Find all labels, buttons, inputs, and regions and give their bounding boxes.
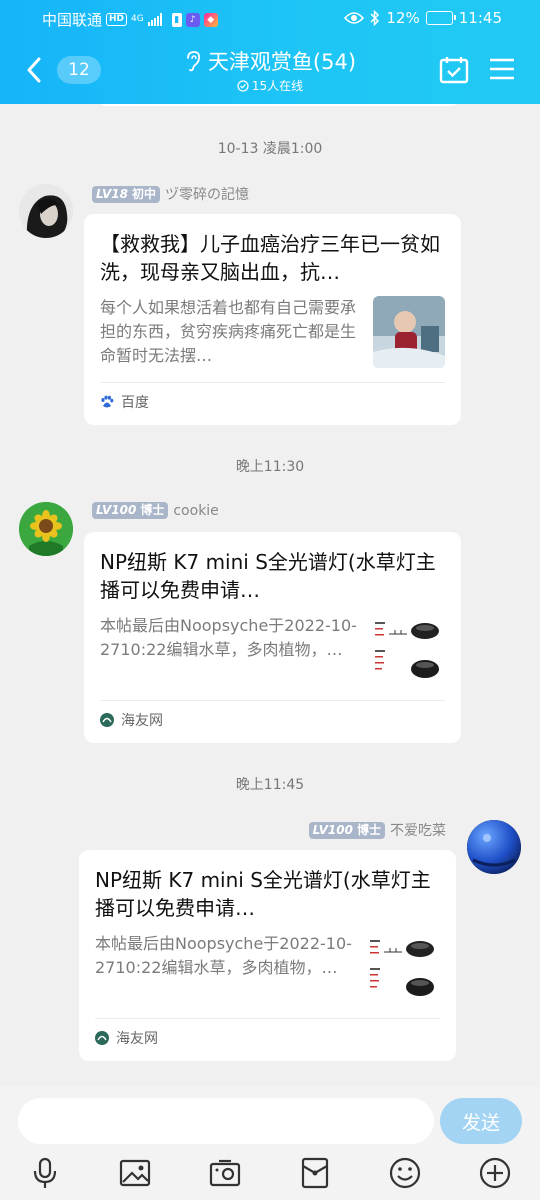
red-packet-icon (301, 1157, 329, 1189)
card-title: NP纽斯 K7 mini S全光谱灯(水草灯主播可以免费申请… (95, 868, 431, 920)
image-icon (119, 1159, 151, 1187)
menu-button[interactable] (488, 56, 518, 84)
rank-text: 博士 (356, 822, 381, 837)
source-name: 百度 (121, 394, 149, 411)
chevron-left-icon (27, 57, 41, 83)
timestamp: 10-13 凌晨1:00 (217, 141, 323, 157)
chat-header: 中国联通 HD 4G ▮ ♪ ◆ 12% 11:45 12 天津观赏鱼(54) … (0, 0, 540, 104)
timestamp: 晚上11:45 (235, 777, 305, 793)
ear-icon (187, 51, 200, 72)
app-icon: ◆ (203, 12, 218, 27)
level-badge: LV18 初中 (92, 185, 160, 203)
card-thumbnail (373, 296, 445, 368)
voice-button[interactable] (28, 1156, 62, 1190)
carrier-label: 中国联通 (42, 11, 103, 29)
source-name: 海友网 (121, 712, 163, 729)
status-bar: 中国联通 HD 4G ▮ ♪ ◆ 12% 11:45 (0, 0, 540, 36)
signal-icon (147, 13, 162, 26)
link-card[interactable]: NP纽斯 K7 mini S全光谱灯(水草灯主播可以免费申请… 本帖最后由Noo… (84, 532, 461, 743)
microphone-icon (33, 1157, 57, 1188)
link-card[interactable]: 【救救我】儿子血癌治疗三年已一贫如洗，现母亲又脑出血，抗… 每个人如果想活着也都… (84, 214, 461, 425)
unread-count-badge[interactable]: 12 (57, 56, 101, 84)
input-bar: 发送 (0, 1086, 540, 1200)
previous-card-edge (96, 104, 461, 106)
level-text: LV100 (96, 503, 137, 517)
sender-name: ヅ零碎の記憶 (165, 187, 249, 203)
chat-title-area[interactable]: 天津观赏鱼(54) 15人在线 (150, 46, 390, 94)
source-name: 海友网 (116, 1030, 158, 1047)
rank-text: 初中 (131, 186, 156, 201)
sender-name: 不爱吃菜 (390, 823, 446, 839)
sender-meta: LV100 博士 不爱吃菜 (308, 820, 446, 840)
more-button[interactable] (478, 1156, 512, 1190)
plus-icon (479, 1157, 511, 1189)
baidu-paw-icon (101, 395, 114, 407)
haiyou-logo-icon (95, 1030, 109, 1045)
calendar-check-icon (439, 57, 469, 84)
battery-icon (425, 11, 456, 25)
notification-icon: ▮ (171, 12, 182, 27)
eye-icon (344, 12, 365, 24)
level-badge: LV100 博士 (308, 821, 385, 839)
online-count: 15人在线 (251, 79, 304, 93)
card-source: 百度 (100, 382, 445, 420)
card-description: 每个人如果想活着也都有自己需要承担的东西，贫穷疾病疼痛死亡都是生命暂时无法摆… (100, 298, 357, 365)
card-title: 【救救我】儿子血癌治疗三年已一贫如洗，现母亲又脑出血，抗… (100, 232, 440, 284)
camera-icon (209, 1159, 241, 1187)
menu-icon (490, 58, 514, 80)
message-input[interactable] (18, 1098, 434, 1144)
calendar-check-button[interactable] (439, 56, 469, 84)
check-circle-icon (237, 79, 249, 92)
haiyou-logo-icon (100, 712, 114, 727)
page-title: 天津观赏鱼(54) (207, 50, 357, 74)
battery-percent: 12% (386, 9, 420, 27)
card-thumbnail (373, 614, 445, 686)
rank-text: 博士 (140, 503, 165, 517)
sender-meta: LV100 博士 cookie (92, 502, 219, 519)
avatar[interactable] (19, 184, 73, 238)
link-card[interactable]: NP纽斯 K7 mini S全光谱灯(水草灯主播可以免费申请… 本帖最后由Noo… (79, 850, 456, 1061)
red-packet-button[interactable] (298, 1156, 332, 1190)
avatar[interactable] (19, 502, 73, 556)
sender-meta: LV18 初中 ヅ零碎の記憶 (92, 184, 249, 204)
timestamp: 晚上11:30 (235, 459, 305, 475)
back-button[interactable] (26, 56, 50, 84)
hd-icon: HD (106, 13, 128, 26)
camera-button[interactable] (208, 1156, 242, 1190)
card-title: NP纽斯 K7 mini S全光谱灯(水草灯主播可以免费申请… (100, 550, 436, 602)
clock: 11:45 (458, 9, 502, 27)
emoji-button[interactable] (388, 1156, 422, 1190)
sender-name: cookie (173, 502, 219, 519)
card-thumbnail (368, 932, 440, 1004)
send-button[interactable]: 发送 (440, 1098, 522, 1144)
level-badge: LV100 博士 (92, 502, 169, 519)
network-type: 4G (131, 14, 144, 24)
image-button[interactable] (118, 1156, 152, 1190)
emoji-icon (389, 1157, 421, 1189)
card-description: 本帖最后由Noopsyche于2022-10-2710:22编辑水草，多肉植物，… (95, 934, 352, 977)
level-text: LV100 (312, 822, 353, 837)
avatar[interactable] (467, 820, 521, 874)
message-list[interactable]: 10-13 凌晨1:00 LV18 初中 ヅ零碎の記憶 【救救我】儿子血癌治疗三年… (0, 104, 540, 1086)
level-text: LV18 (96, 186, 128, 201)
music-app-icon: ♪ (185, 12, 200, 27)
card-source: 海友网 (100, 700, 445, 738)
card-description: 本帖最后由Noopsyche于2022-10-2710:22编辑水草，多肉植物，… (100, 616, 357, 659)
card-source: 海友网 (95, 1018, 440, 1056)
bluetooth-icon (370, 10, 380, 26)
